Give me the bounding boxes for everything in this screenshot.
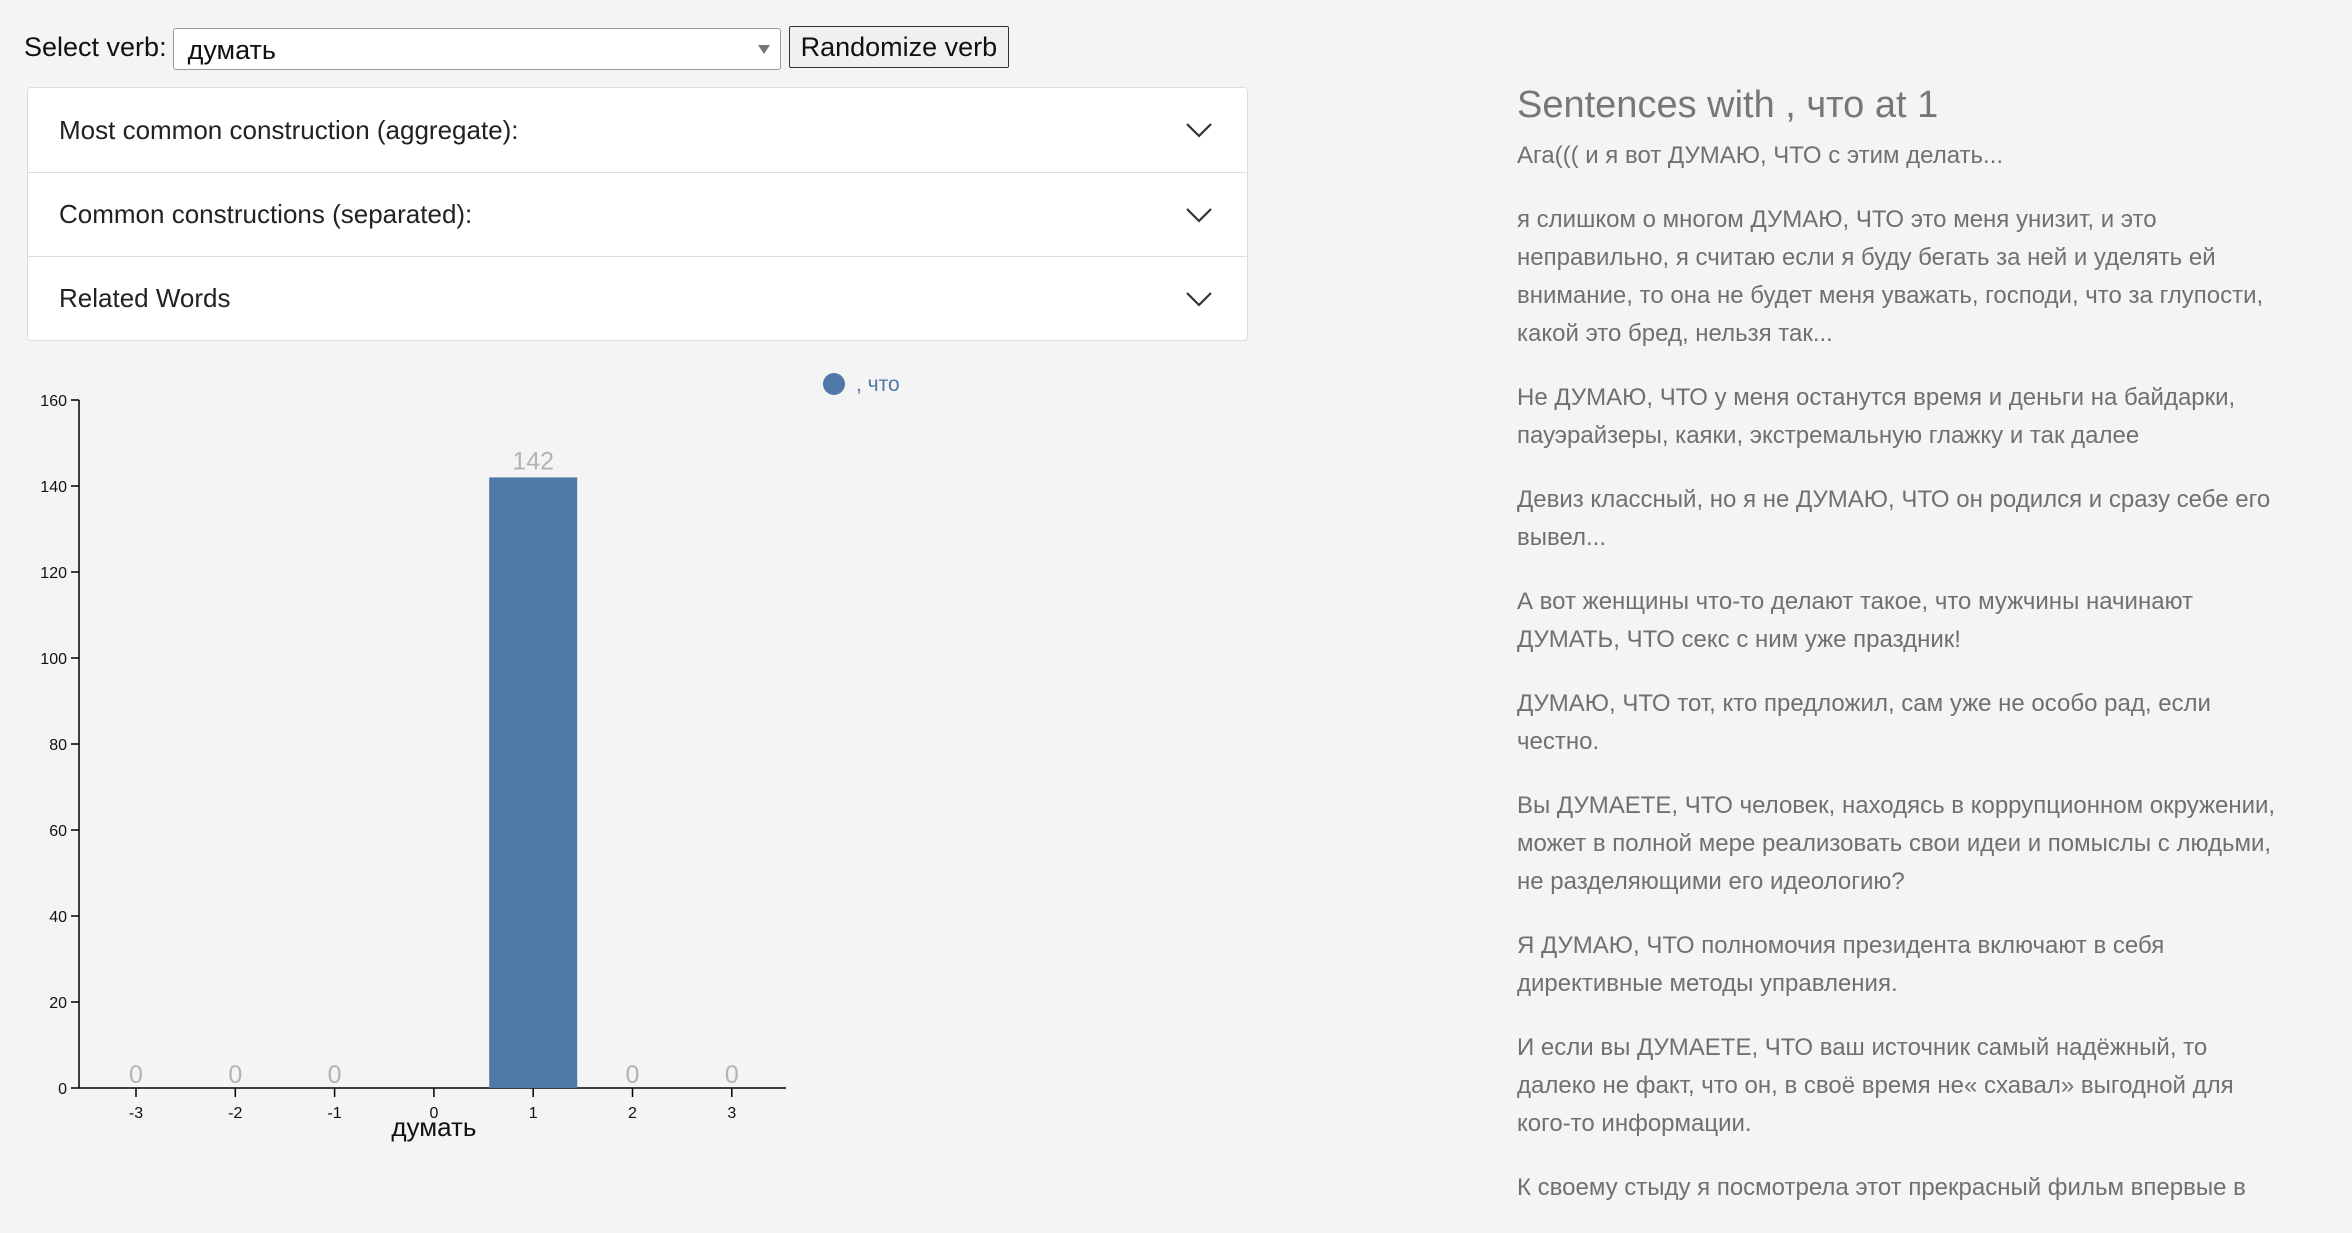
verb-select-value: думать: [187, 35, 276, 65]
x-tick-label: -3: [129, 1105, 143, 1122]
sentence-item: А вот женщины что-то делают такое, что м…: [1517, 588, 2194, 653]
accordion-item-label: Related Words: [59, 283, 231, 313]
y-tick-label: 20: [49, 995, 67, 1012]
accordion-item-separated[interactable]: Common constructions (separated):: [28, 172, 1247, 256]
sentence-item: Не ДУМАЮ, ЧТО у меня останутся время и д…: [1517, 384, 2236, 449]
legend-swatch: [823, 373, 845, 395]
accordion-item-label: Most common construction (aggregate):: [59, 114, 519, 145]
bar-data-label: 0: [129, 1061, 143, 1089]
bar: [489, 477, 578, 1088]
y-tick-label: 120: [40, 565, 67, 582]
sentence-item: Я ДУМАЮ, ЧТО полномочия президента включ…: [1517, 932, 2165, 997]
x-tick-label: -2: [228, 1105, 242, 1122]
y-tick-label: 140: [40, 479, 67, 496]
y-tick-label: 0: [58, 1081, 67, 1098]
bar-chart: 020406080100120140160-3 -2 -1 0 1 2 30 0 01420 0д…: [40, 373, 900, 1142]
chevron-down-icon: [1186, 291, 1212, 307]
x-tick-label: 2: [628, 1105, 637, 1122]
chevron-down-icon: [1186, 123, 1212, 138]
y-tick-label: 80: [49, 737, 67, 754]
bar-data-label: 0: [328, 1061, 342, 1089]
bar-data-label: 142: [512, 447, 554, 475]
sentence-item: И если вы ДУМАЕТЕ, ЧТО ваш источник самы…: [1517, 1034, 2234, 1137]
accordion: Most common construction (aggregate): Co…: [27, 87, 1248, 341]
y-tick-label: 60: [49, 823, 67, 840]
bar-data-label: 0: [725, 1061, 739, 1089]
y-tick-label: 160: [40, 393, 67, 410]
verb-select[interactable]: думать: [172, 28, 781, 70]
sentence-item: ДУМАЮ, ЧТО тот, кто предложил, сам уже н…: [1517, 690, 2211, 755]
y-tick-label: 100: [40, 651, 67, 668]
sentence-item: я слишком о многом ДУМАЮ, ЧТО это меня у…: [1517, 206, 2264, 347]
chevron-down-icon: [1186, 207, 1212, 223]
bar-data-label: 0: [626, 1061, 640, 1089]
bar-data-label: 0: [228, 1061, 242, 1089]
x-tick-label: 1: [529, 1105, 538, 1122]
sentence-item: К своему стыду я посмотрела этот прекрас…: [1517, 1174, 2246, 1201]
sentence-item: Вы ДУМАЕТЕ, ЧТО человек, находясь в корр…: [1517, 792, 2276, 895]
x-tick-label: -1: [327, 1105, 341, 1122]
accordion-item-related-words[interactable]: Related Words: [28, 256, 1247, 340]
randomize-verb-button[interactable]: Randomize verb: [788, 26, 1010, 68]
x-axis-title: думать: [391, 1112, 476, 1142]
accordion-item-aggregate[interactable]: Most common construction (aggregate):: [28, 88, 1247, 172]
sentences-title: Sentences with , что at 1: [1517, 84, 1939, 126]
y-tick-label: 40: [49, 909, 67, 926]
select-verb-label: Select verb:: [24, 31, 167, 62]
legend-label: , что: [856, 373, 900, 396]
sentences-panel: Sentences with , что at 1 Ага((( и я вот…: [1517, 84, 2287, 1233]
verb-controls: Select verb: думать Randomize verb: [24, 24, 1010, 70]
sentence-list: Ага((( и я вот ДУМАЮ, ЧТО с этим делать.…: [1517, 137, 2287, 1207]
dropdown-caret-icon: [757, 45, 770, 54]
sentence-item: Ага((( и я вот ДУМАЮ, ЧТО с этим делать.…: [1517, 142, 2004, 169]
x-tick-label: 3: [727, 1105, 736, 1122]
sentence-item: Девиз классный, но я не ДУМАЮ, ЧТО он ро…: [1517, 486, 2271, 551]
accordion-item-label: Common constructions (separated):: [59, 199, 473, 229]
